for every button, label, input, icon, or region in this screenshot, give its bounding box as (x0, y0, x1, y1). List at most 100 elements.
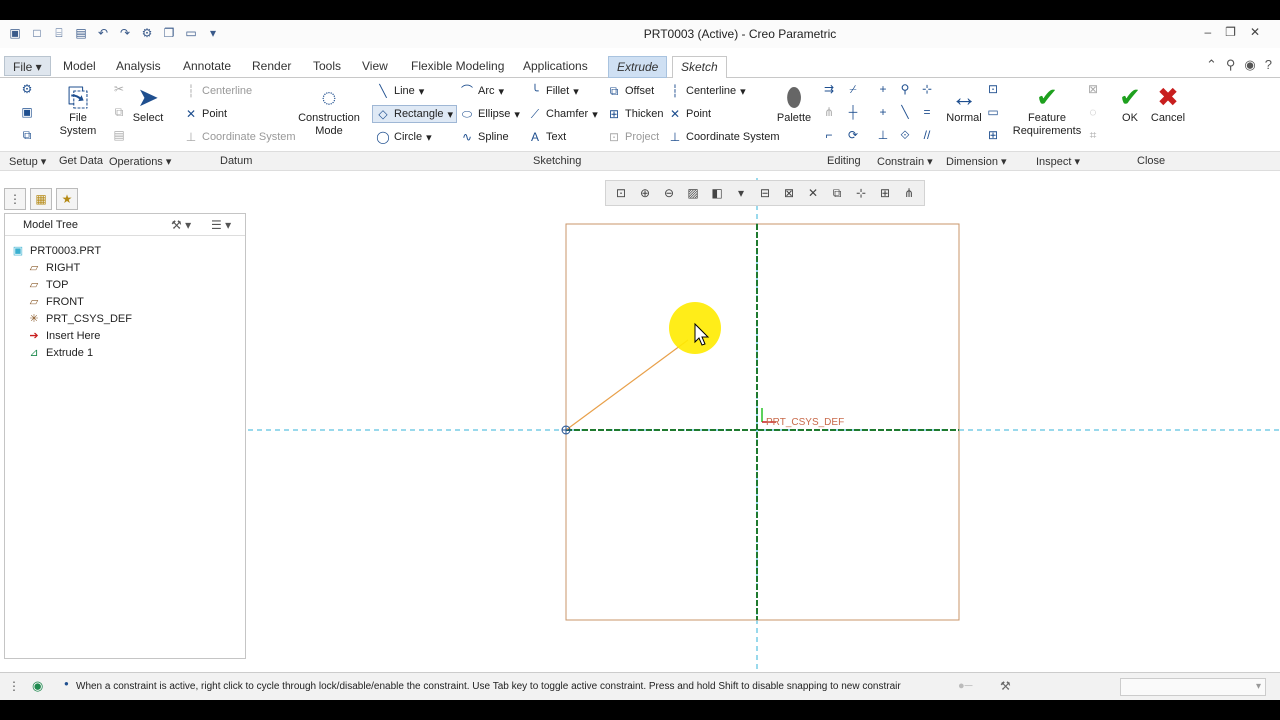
rotate-resize-icon[interactable]: ⟳ (846, 128, 860, 142)
text-button[interactable]: A Text (528, 130, 566, 144)
tree-item-part[interactable]: ▣ PRT0003.PRT (11, 242, 132, 259)
sketch-setup-icon[interactable]: ⚙ (20, 82, 34, 96)
overlapping-icon[interactable]: ⊠ (1086, 82, 1100, 96)
tangent-constraint-icon[interactable]: ⚲ (898, 82, 912, 96)
spline-button[interactable]: ∿ Spline (460, 130, 509, 144)
display-style-icon[interactable]: ◧ (708, 184, 726, 202)
divide-icon[interactable]: ┼ (846, 105, 860, 119)
vertical-constraint-icon[interactable]: + (876, 82, 890, 96)
copy-icon[interactable]: ⧉ (112, 105, 126, 119)
tab-extrude[interactable]: Extrude (608, 56, 668, 78)
tree-item-insert-here[interactable]: ➔ Insert Here (11, 327, 132, 344)
rectangle-button[interactable]: ◇ Rectangle ▾ (372, 105, 458, 123)
close-icon[interactable]: ✕ (1250, 25, 1260, 39)
ok-button[interactable]: ✔ OK (1114, 82, 1146, 125)
refit-icon[interactable]: ⊡ (612, 184, 630, 202)
datum-display-icon[interactable]: ⊟ (756, 184, 774, 202)
fillet-button[interactable]: ╰ Fillet ▾ (528, 84, 578, 98)
selection-filter-dropdown[interactable]: ▾ (1120, 678, 1266, 696)
line-button[interactable]: ╲ Line ▾ (376, 84, 424, 98)
sketch-centerline-button[interactable]: ┆ Centerline ▾ (668, 84, 745, 98)
tree-item-csys[interactable]: ✳ PRT_CSYS_DEF (11, 310, 132, 327)
paste-icon[interactable]: ▤ (112, 128, 126, 142)
tab-annotate[interactable]: Annotate (175, 56, 239, 78)
favorites-tab-icon[interactable]: ★ (56, 188, 78, 210)
group-inspect[interactable]: Inspect ▾ (1036, 155, 1080, 168)
corner-icon[interactable]: ⌐ (822, 128, 836, 142)
construction-mode-button[interactable]: ◌ Construction Mode (298, 82, 360, 138)
annotation-display-icon[interactable]: ⊠ (780, 184, 798, 202)
community-icon[interactable]: ◉ (1244, 57, 1255, 73)
datum-centerline-button[interactable]: ┆ Centerline (184, 84, 252, 98)
sketch-view-orient-icon[interactable]: ⧉ (828, 184, 846, 202)
restore-icon[interactable]: ❐ (1225, 25, 1236, 39)
show-navigator-icon[interactable]: ⋮ (8, 679, 20, 693)
tab-flexible-modeling[interactable]: Flexible Modeling (403, 56, 512, 78)
sketch-point-button[interactable]: ✕ Point (668, 107, 711, 121)
feature-requirements-button[interactable]: ✔ Feature Requirements (1012, 82, 1082, 138)
horizontal-constraint-icon[interactable]: + (876, 105, 890, 119)
tab-analysis[interactable]: Analysis (108, 56, 169, 78)
dimension-display-icon[interactable]: ⊞ (876, 184, 894, 202)
search-icon[interactable]: ⚲ (1226, 57, 1236, 73)
tree-settings-icon[interactable]: ⚒ ▾ (171, 218, 191, 232)
sketch-canvas[interactable]: PRT_CSYS_DEF (248, 178, 1280, 672)
tab-model[interactable]: Model (55, 56, 104, 78)
tree-item-extrude[interactable]: ⊿ Extrude 1 (11, 344, 132, 361)
select-button[interactable]: ➤ Select (130, 82, 166, 125)
sketch-csys-button[interactable]: ⊥ Coordinate System (668, 130, 780, 144)
zoom-out-icon[interactable]: ⊖ (660, 184, 678, 202)
tree-item-top[interactable]: ▱ TOP (11, 276, 132, 293)
shade-closed-loops-icon[interactable]: ◌ (1086, 105, 1100, 119)
group-operations[interactable]: Operations ▾ (109, 155, 171, 168)
delete-segment-icon[interactable]: ⌿ (846, 82, 860, 96)
cancel-button[interactable]: ✖ Cancel (1148, 82, 1188, 125)
datum-point-button[interactable]: ✕ Point (184, 107, 227, 121)
tree-filters-icon[interactable]: ☰ ▾ (211, 218, 231, 232)
graphics-window[interactable]: PRT_CSYS_DEF (248, 178, 1280, 672)
help-icon[interactable]: ? (1265, 57, 1272, 73)
constraint-display-icon[interactable]: ⊹ (852, 184, 870, 202)
tab-sketch[interactable]: Sketch (672, 56, 727, 78)
project-button[interactable]: ⊡ Project (607, 130, 659, 144)
file-menu[interactable]: File ▾ (4, 56, 51, 76)
chamfer-button[interactable]: ⟋ Chamfer ▾ (528, 107, 598, 121)
model-tree-tab-icon[interactable]: ⋮ (4, 188, 26, 210)
file-system-button[interactable]: ⎘ File System (58, 82, 98, 138)
thicken-button[interactable]: ⊞ Thicken (607, 107, 664, 121)
coincident-constraint-icon[interactable]: ⟐ (898, 128, 912, 142)
normal-dimension-button[interactable]: ↔ Normal (944, 82, 984, 125)
folder-browser-tab-icon[interactable]: ▦ (30, 188, 52, 210)
circle-button[interactable]: ◯ Circle ▾ (376, 130, 431, 144)
modify-icon[interactable]: ⇉ (822, 82, 836, 96)
repaint-icon[interactable]: ▨ (684, 184, 702, 202)
tab-render[interactable]: Render (244, 56, 299, 78)
tab-applications[interactable]: Applications (515, 56, 596, 78)
datum-csys-button[interactable]: ⊥ Coordinate System (184, 130, 296, 144)
perimeter-icon[interactable]: ⊡ (986, 82, 1000, 96)
equal-constraint-icon[interactable]: = (920, 105, 934, 119)
parallel-constraint-icon[interactable]: // (920, 128, 934, 142)
minimize-icon[interactable]: – (1204, 25, 1211, 39)
vertex-display-icon[interactable]: ⋔ (900, 184, 918, 202)
offset-button[interactable]: ⧉ Offset (607, 84, 654, 98)
sketch-view-icon[interactable]: ⧉ (20, 128, 34, 142)
selection-filter-icon[interactable]: ⚒ (1000, 679, 1011, 693)
collapse-ribbon-icon[interactable]: ⌃ (1206, 57, 1217, 73)
tree-item-right[interactable]: ▱ RIGHT (11, 259, 132, 276)
perpendicular-constraint-icon[interactable]: ⊥ (876, 128, 890, 142)
reference-icon[interactable]: ▣ (20, 105, 34, 119)
palette-button[interactable]: ⬮ Palette (774, 82, 814, 125)
tab-view[interactable]: View (354, 56, 396, 78)
show-browser-icon[interactable]: ◉ (32, 678, 43, 694)
saved-orientations-icon[interactable]: ▾ (732, 184, 750, 202)
midpoint-constraint-icon[interactable]: ╲ (898, 105, 912, 119)
cut-icon[interactable]: ✂ (112, 82, 126, 96)
baseline-icon[interactable]: ⊞ (986, 128, 1000, 142)
mirror-icon[interactable]: ⋔ (822, 105, 836, 119)
symmetric-constraint-icon[interactable]: ⊹ (920, 82, 934, 96)
reference-dim-icon[interactable]: ▭ (986, 105, 1000, 119)
group-constrain[interactable]: Constrain ▾ (877, 155, 933, 168)
ellipse-button[interactable]: ⬭ Ellipse ▾ (460, 107, 520, 121)
tab-tools[interactable]: Tools (305, 56, 349, 78)
